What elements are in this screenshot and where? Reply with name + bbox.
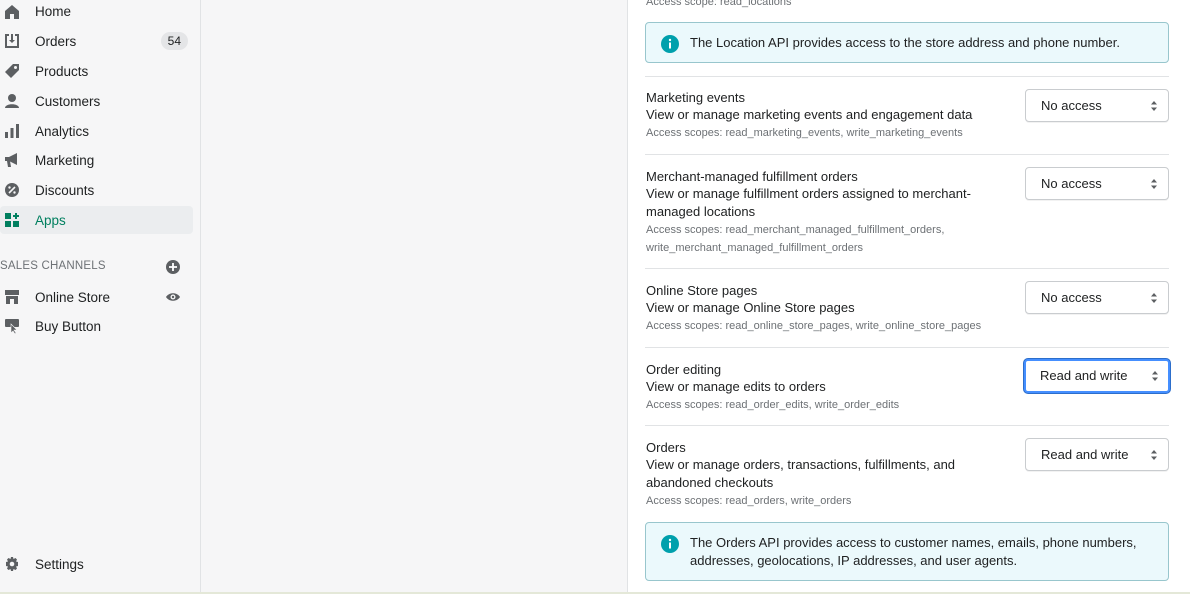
fulfillment-orders-access-select[interactable]: No access xyxy=(1025,167,1169,200)
buy-button-icon xyxy=(3,317,21,335)
permission-title: Orders xyxy=(646,440,686,455)
permission-scopes: Access scopes: read_online_store_pages, … xyxy=(646,320,982,332)
orders-count-badge: 54 xyxy=(160,32,188,50)
orders-banner-text: The Orders API provides access to custom… xyxy=(690,535,1137,568)
sidebar-item-customers[interactable]: Customers xyxy=(0,87,193,115)
sidebar-item-label: Settings xyxy=(35,557,84,572)
select-value: Read and write xyxy=(1041,447,1129,462)
info-icon xyxy=(661,535,679,553)
divider xyxy=(645,425,1169,426)
divider xyxy=(645,154,1169,155)
select-arrows-icon xyxy=(1150,99,1158,113)
home-icon xyxy=(3,3,21,21)
location-access-scope: Access scope: read_locations xyxy=(646,0,792,8)
sidebar-item-buy-button[interactable]: Buy Button xyxy=(0,312,193,340)
permission-description: View or manage Online Store pages xyxy=(646,300,855,315)
select-arrows-icon xyxy=(1150,177,1158,191)
sidebar-item-marketing[interactable]: Marketing xyxy=(0,146,193,174)
permission-scopes: Access scopes: read_order_edits, write_o… xyxy=(646,399,900,411)
sidebar-item-label: Buy Button xyxy=(35,319,102,334)
orders-access-select[interactable]: Read and write xyxy=(1025,438,1169,471)
sidebar-item-settings[interactable]: Settings xyxy=(0,550,193,578)
add-sales-channel-icon[interactable] xyxy=(165,259,181,275)
permission-title: Marketing events xyxy=(646,90,745,105)
sidebar-item-label: Discounts xyxy=(35,183,95,198)
sidebar-item-label: Customers xyxy=(35,94,101,109)
location-info-banner: The Location API provides access to the … xyxy=(645,22,1169,63)
bar-chart-icon xyxy=(3,122,21,140)
permission-scopes: Access scopes: read_marketing_events, wr… xyxy=(646,127,963,139)
select-value: No access xyxy=(1041,176,1102,191)
permission-scopes: Access scopes: read_merchant_managed_ful… xyxy=(646,224,945,254)
sidebar-item-label: Online Store xyxy=(35,290,111,305)
divider xyxy=(645,76,1169,77)
sidebar-item-label: Orders xyxy=(35,34,77,49)
select-arrows-icon xyxy=(1151,369,1159,383)
sidebar-item-label: Analytics xyxy=(35,124,90,139)
megaphone-icon xyxy=(3,151,21,169)
sidebar-item-discounts[interactable]: Discounts xyxy=(0,176,193,204)
sidebar-item-online-store[interactable]: Online Store xyxy=(0,283,193,311)
gear-icon xyxy=(3,555,21,573)
select-value: No access xyxy=(1041,98,1102,113)
info-icon xyxy=(661,35,679,53)
store-icon xyxy=(3,288,21,306)
sidebar-item-apps[interactable]: Apps xyxy=(0,206,193,234)
select-value: Read and write xyxy=(1040,368,1128,383)
permission-title: Online Store pages xyxy=(646,283,758,298)
permission-title: Merchant-managed fulfillment orders xyxy=(646,169,858,184)
marketing-events-access-select[interactable]: No access xyxy=(1025,89,1169,122)
permission-description: View or manage marketing events and enga… xyxy=(646,107,973,122)
sidebar-item-label: Products xyxy=(35,64,89,79)
permission-scopes: Access scopes: read_orders, write_orders xyxy=(646,495,852,507)
select-arrows-icon xyxy=(1150,448,1158,462)
select-arrows-icon xyxy=(1150,291,1158,305)
orders-info-banner: The Orders API provides access to custom… xyxy=(645,522,1169,581)
sidebar-item-label: Home xyxy=(35,4,72,19)
sales-channels-heading: SALES CHANNELS xyxy=(0,260,106,272)
permission-description: View or manage orders, transactions, ful… xyxy=(646,457,956,490)
select-value: No access xyxy=(1041,290,1102,305)
apps-icon xyxy=(3,211,21,229)
discount-icon xyxy=(3,181,21,199)
sidebar-item-home[interactable]: Home xyxy=(0,0,193,26)
sidebar-item-orders[interactable]: Orders 54 xyxy=(0,27,193,55)
person-icon xyxy=(3,92,21,110)
permission-description: View or manage fulfillment orders assign… xyxy=(646,186,971,219)
online-store-pages-access-select[interactable]: No access xyxy=(1025,281,1169,314)
divider xyxy=(645,347,1169,348)
permission-title: Order editing xyxy=(646,362,722,377)
divider xyxy=(645,268,1169,269)
sidebar-item-label: Apps xyxy=(35,213,66,228)
sidebar: Home Orders 54 Products Customers Analyt… xyxy=(0,0,201,594)
sidebar-item-products[interactable]: Products xyxy=(0,57,193,85)
location-banner-text: The Location API provides access to the … xyxy=(690,35,1120,50)
orders-icon xyxy=(3,32,21,50)
order-editing-access-select[interactable]: Read and write xyxy=(1024,359,1170,393)
sidebar-item-label: Marketing xyxy=(35,153,95,168)
permission-description: View or manage edits to orders xyxy=(646,379,826,394)
eye-icon[interactable] xyxy=(165,289,181,305)
sidebar-item-analytics[interactable]: Analytics xyxy=(0,117,193,145)
tag-icon xyxy=(3,62,21,80)
